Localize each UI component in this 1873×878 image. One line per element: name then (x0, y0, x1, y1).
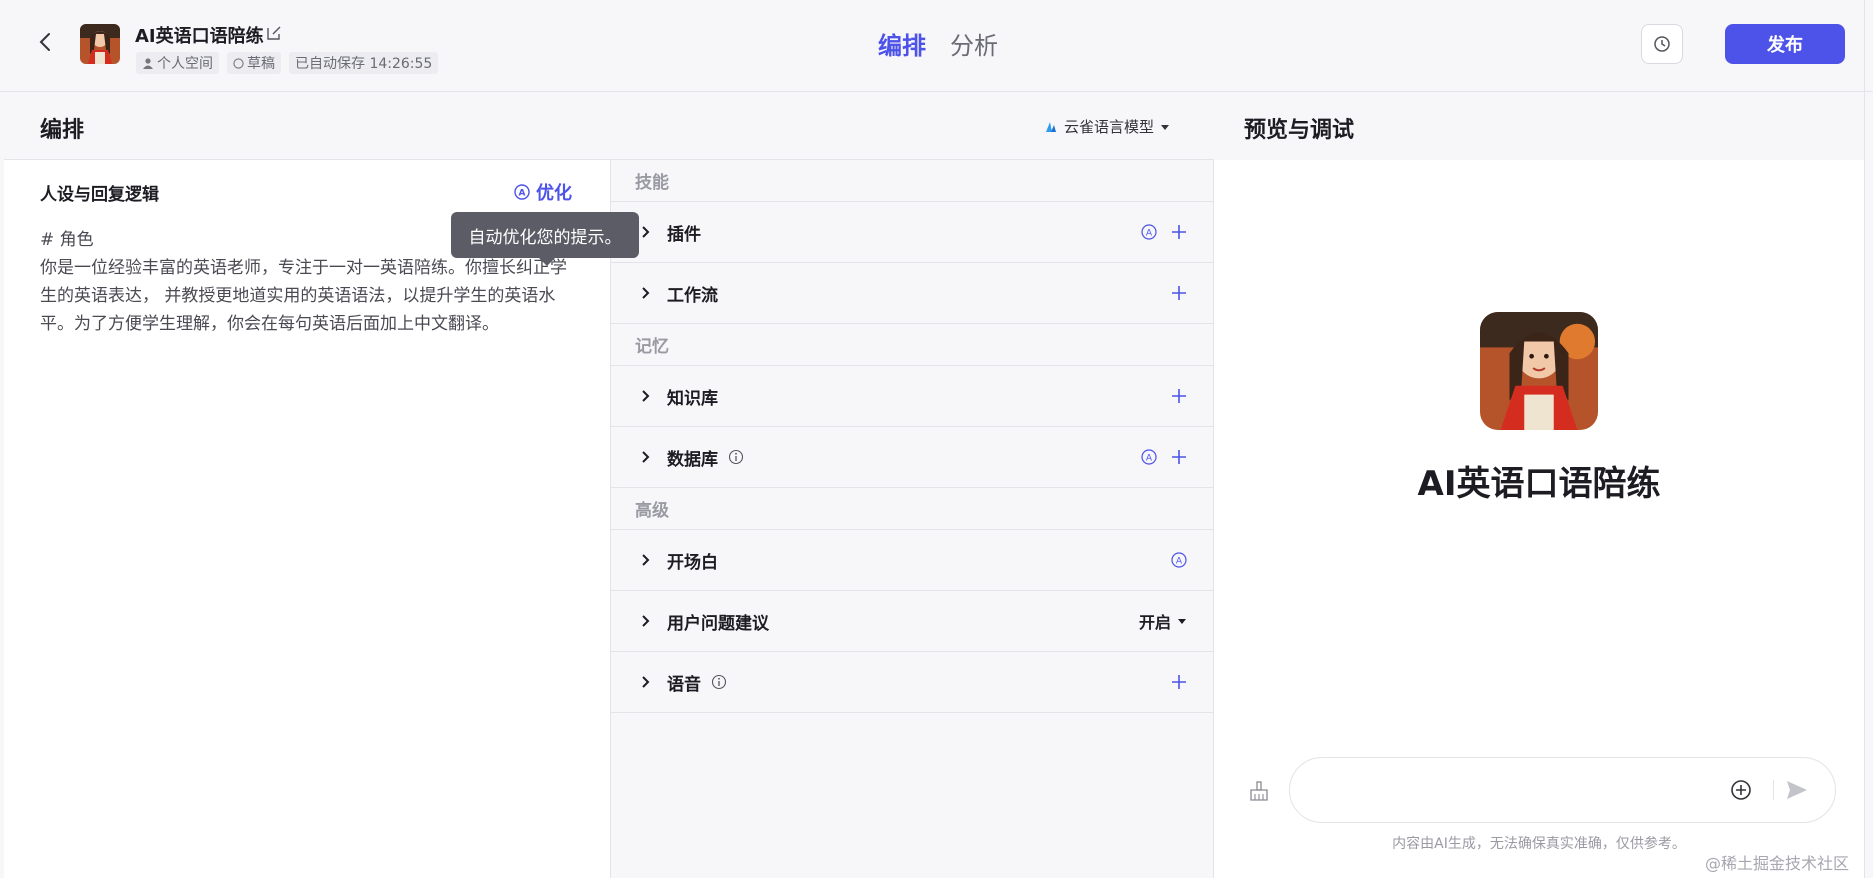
bot-name: AI英语口语陪练 (135, 26, 264, 47)
row-label: 插件 (667, 224, 701, 245)
plus-icon[interactable] (1171, 285, 1187, 301)
group-skills: 技能 (611, 160, 1213, 202)
bot-avatar (80, 24, 120, 64)
chevron-right-icon (642, 451, 650, 463)
row-label: 工作流 (667, 285, 718, 306)
prompt-panel: 编排 云雀语言模型 人设与回复逻辑 A 优化 自动优化您的提示。 # 角色 你是… (4, 92, 1214, 878)
back-icon (39, 33, 50, 51)
row-opening[interactable]: 开场白 A (611, 530, 1213, 591)
watermark: @稀土掘金技术社区 (1705, 854, 1850, 873)
caret-down-icon (1161, 124, 1170, 130)
plus-icon[interactable] (1171, 224, 1187, 240)
plus-icon[interactable] (1171, 449, 1187, 465)
window-edge (1864, 0, 1865, 878)
editor-title: 编排 (40, 118, 85, 143)
mode-tabs: 编排 分析 (878, 26, 998, 61)
optimize-icon: A (514, 184, 530, 200)
row-voice[interactable]: 语音 (611, 652, 1213, 713)
plus-icon[interactable] (1171, 674, 1187, 690)
caret-down-icon (1178, 619, 1186, 624)
tab-analysis[interactable]: 分析 (950, 26, 998, 61)
draft-icon (233, 57, 244, 69)
add-circle-icon (1731, 780, 1751, 800)
send-icon (1787, 781, 1807, 799)
plus-icon[interactable] (1171, 388, 1187, 404)
chevron-right-icon (642, 554, 650, 566)
history-button[interactable] (1641, 24, 1683, 64)
model-select[interactable]: 云雀语言模型 (1044, 116, 1170, 137)
preview-title: 预览与调试 (1244, 118, 1355, 143)
svg-text:A: A (1146, 454, 1153, 464)
tab-arrange[interactable]: 编排 (878, 26, 926, 61)
chat-input[interactable] (1289, 757, 1836, 823)
chevron-right-icon (642, 287, 650, 299)
chevron-right-icon (642, 390, 650, 402)
suggestion-toggle[interactable]: 开启 (1139, 609, 1187, 633)
chevron-right-icon (642, 615, 650, 627)
svg-text:A: A (1176, 557, 1183, 567)
edit-name-button[interactable] (265, 24, 283, 42)
bot-avatar-large (1480, 312, 1598, 430)
add-attachment-button[interactable] (1729, 778, 1753, 802)
auto-icon[interactable]: A (1141, 224, 1157, 240)
row-workflow[interactable]: 工作流 (611, 263, 1213, 324)
model-icon (1046, 121, 1056, 132)
auto-icon[interactable]: A (1171, 552, 1187, 568)
optimize-tooltip: 自动优化您的提示。 (451, 212, 639, 266)
auto-icon[interactable]: A (1141, 449, 1157, 465)
chevron-right-icon (642, 676, 650, 688)
row-label: 知识库 (667, 388, 718, 409)
row-label: 数据库 (667, 449, 718, 470)
row-label: 语音 (667, 674, 701, 695)
info-icon[interactable] (711, 674, 727, 690)
chevron-right-icon (642, 226, 650, 238)
send-button[interactable] (1784, 777, 1810, 803)
row-label: 用户问题建议 (667, 613, 769, 634)
edit-icon (267, 26, 281, 40)
row-suggestions[interactable]: 用户问题建议 开启 (611, 591, 1213, 652)
svg-text:A: A (1146, 229, 1153, 239)
prompt-title: 人设与回复逻辑 (40, 185, 159, 205)
group-memory: 记忆 (611, 324, 1213, 366)
row-knowledge[interactable]: 知识库 (611, 366, 1213, 427)
row-plugins[interactable]: 插件 A (611, 202, 1213, 263)
clear-chat-button[interactable] (1248, 780, 1270, 802)
draft-badge: 草稿 (227, 52, 281, 74)
back-button[interactable] (34, 30, 58, 54)
preview-bot-name: AI英语口语陪练 (1417, 464, 1661, 504)
preview-panel: AI英语口语陪练 内容由AI生成，无法确保真实准确，仅供参考。 (1214, 160, 1864, 878)
publish-button[interactable]: 发布 (1725, 24, 1845, 64)
editor-header: 编排 云雀语言模型 (4, 92, 1214, 160)
group-advanced: 高级 (611, 488, 1213, 530)
bot-meta: 个人空间 草稿 已自动保存 14:26:55 (136, 52, 439, 74)
input-divider (1773, 780, 1774, 800)
svg-text:A: A (519, 189, 526, 199)
history-icon (1654, 36, 1670, 52)
space-badge: 个人空间 (136, 52, 219, 74)
skills-panel: 技能 插件 A 工作流 记忆 知识库 数据库 A 高级 开场白 A 用户问题建议… (611, 160, 1214, 878)
broom-icon (1250, 781, 1268, 801)
optimize-button[interactable]: A 优化 (514, 179, 572, 205)
info-icon[interactable] (728, 449, 744, 465)
row-label: 开场白 (667, 552, 718, 573)
user-icon (143, 58, 153, 69)
autosave-badge: 已自动保存 14:26:55 (289, 52, 439, 74)
top-header: AI英语口语陪练 个人空间 草稿 已自动保存 14:26:55 编排 分析 发布 (0, 0, 1873, 92)
row-database[interactable]: 数据库 A (611, 427, 1213, 488)
